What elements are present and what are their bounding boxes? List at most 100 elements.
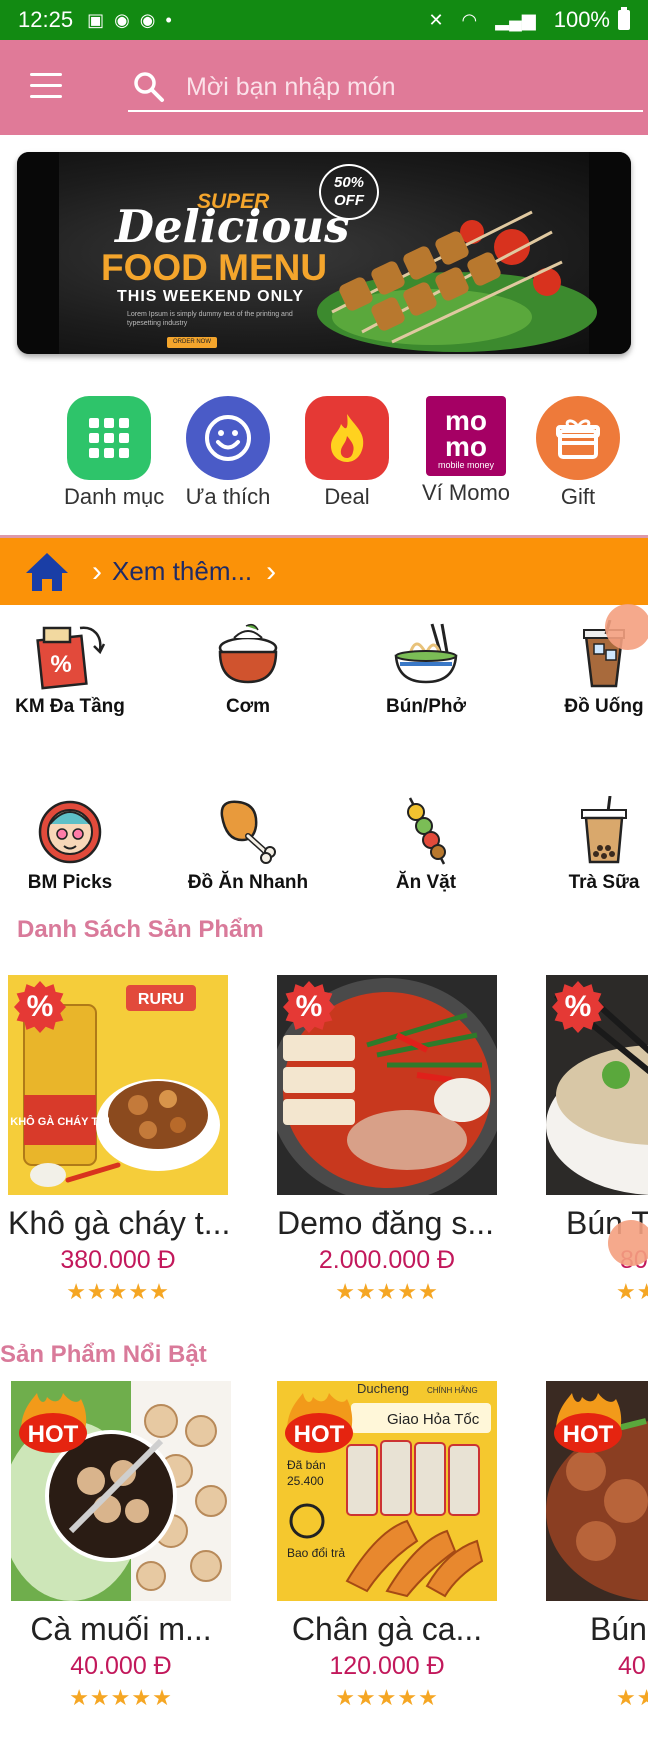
- category-label: Bún/Phở: [386, 696, 466, 717]
- mute-icon: ✕: [428, 9, 444, 30]
- rating-stars: ★★★★★: [69, 1685, 173, 1710]
- gift-icon: [536, 396, 620, 480]
- svg-text:KHÔ GÀ CHÁY TỎI: KHÔ GÀ CHÁY TỎI: [10, 1115, 109, 1128]
- svg-text:HOT: HOT: [563, 1421, 614, 1448]
- quick-action-gift[interactable]: Gift: [533, 396, 623, 510]
- chrome-notification-icon-2: ◉: [139, 9, 156, 30]
- rating-stars: ★★★★★: [66, 1279, 170, 1304]
- product-card[interactable]: % Demo đăng s... 2.000.000 Đ ★★★★★: [277, 975, 497, 1305]
- picks-badge-icon: [38, 800, 102, 864]
- svg-text:CHÍNH HÃNG: CHÍNH HÃNG: [427, 1386, 478, 1395]
- gallery-notification-icon: ▣: [87, 9, 105, 30]
- product-image: HOT: [546, 1381, 648, 1601]
- quick-action-deal[interactable]: Deal: [302, 396, 392, 510]
- category-label: BM Picks: [27, 872, 113, 893]
- featured-product-card[interactable]: HOT Bún 40 ★★★★★: [546, 1381, 648, 1711]
- smile-icon: [186, 396, 270, 480]
- svg-text:25.400: 25.400: [287, 1474, 324, 1488]
- product-card[interactable]: RURU KHÔ GÀ CHÁY TỎI % Khô gà cháy t... …: [8, 975, 228, 1305]
- product-name: Khô gà cháy t...: [8, 1205, 228, 1241]
- hot-badge: HOT: [554, 1393, 622, 1453]
- search-bar[interactable]: [128, 64, 643, 112]
- skewer-icon: [407, 797, 446, 865]
- banner-food-menu-text: FOOD MENU: [101, 247, 328, 288]
- quick-action-vi-momo[interactable]: mo mo mobile money Ví Momo: [421, 396, 511, 506]
- rating-stars: ★★★★★: [616, 1685, 648, 1710]
- rice-pot-icon: [218, 623, 278, 684]
- category-km-da-tang[interactable]: % KM Đa Tầng: [0, 620, 140, 718]
- product-image: HOT: [11, 1381, 231, 1601]
- product-image: Ducheng CHÍNH HÃNG Giao Hỏa Tốc Đã bán 2…: [277, 1381, 497, 1601]
- svg-text:Giao Hỏa Tốc: Giao Hỏa Tốc: [387, 1411, 480, 1428]
- rating-stars: ★★★★★: [616, 1279, 648, 1304]
- svg-text:Bao đổi trả: Bao đổi trả: [287, 1546, 345, 1560]
- chevron-right-icon: ›: [266, 554, 277, 588]
- svg-text:Ducheng: Ducheng: [357, 1381, 409, 1396]
- banner-lorem-text: Lorem Ipsum is simply dummy text of the …: [127, 311, 293, 327]
- home-icon[interactable]: [24, 551, 70, 593]
- more-notifications-icon: •: [165, 9, 172, 30]
- product-image: %: [277, 975, 497, 1195]
- category-bun-pho[interactable]: Bún/Phở: [356, 620, 496, 718]
- svg-text:mobile money: mobile money: [438, 460, 495, 470]
- search-icon: [134, 72, 164, 102]
- signal-icon: ▂▄▆: [495, 9, 536, 30]
- product-price: 380.000 Đ: [60, 1246, 176, 1274]
- rating-stars: ★★★★★: [335, 1685, 439, 1710]
- featured-product-card[interactable]: HOT Cà muối m... 40.000 Đ ★★★★★: [11, 1381, 231, 1711]
- chevron-right-icon: ›: [92, 554, 102, 588]
- hot-badge: HOT: [285, 1393, 353, 1453]
- product-price: 40: [618, 1652, 646, 1680]
- product-name: Bún: [590, 1611, 647, 1647]
- svg-text:Đã bán: Đã bán: [287, 1458, 326, 1472]
- banner-order-button: ORDER NOW: [167, 337, 217, 348]
- status-time: 12:25: [18, 7, 74, 32]
- see-more-link[interactable]: Xem thêm...: [112, 556, 252, 587]
- quick-action-label: Ví Momo: [421, 480, 511, 505]
- quick-action-label: Ưa thích: [185, 484, 271, 509]
- quick-action-label: Deal: [324, 484, 370, 509]
- quick-action-ua-thich[interactable]: Ưa thích: [183, 396, 273, 510]
- milk-tea-icon: [581, 796, 627, 864]
- momo-logo: mo mo mobile money: [426, 396, 506, 476]
- product-image: RURU KHÔ GÀ CHÁY TỎI %: [8, 975, 228, 1195]
- floating-scroll-button[interactable]: [608, 1220, 648, 1266]
- search-input[interactable]: [186, 68, 626, 106]
- featured-product-card[interactable]: Ducheng CHÍNH HÃNG Giao Hỏa Tốc Đã bán 2…: [277, 1381, 497, 1711]
- category-label: Ăn Vặt: [395, 872, 457, 893]
- noodle-bowl-icon: [394, 623, 458, 684]
- banner-skewer-image: [317, 210, 597, 352]
- wifi-icon: ◠: [461, 9, 478, 30]
- hot-badge: HOT: [19, 1393, 87, 1453]
- product-name: Demo đăng s...: [277, 1205, 494, 1241]
- status-bar: 12:25 ▣ ◉ ◉ • ✕ ◠ ▂▄▆ 100%: [0, 0, 648, 40]
- promo-banner[interactable]: SUPER Delicious FOOD MENU THIS WEEKEND O…: [17, 152, 631, 354]
- category-label: Đồ Uống: [564, 696, 644, 717]
- category-bm-picks[interactable]: BM Picks: [0, 796, 140, 894]
- quick-action-danh-muc[interactable]: Danh mục: [64, 396, 165, 510]
- grid-icon: [67, 396, 151, 480]
- svg-text:HOT: HOT: [28, 1421, 79, 1448]
- category-com[interactable]: Cơm: [178, 620, 318, 718]
- svg-text:RURU: RURU: [138, 991, 184, 1008]
- product-price: 120.000 Đ: [329, 1652, 445, 1680]
- menu-icon[interactable]: [30, 73, 62, 99]
- product-price: 40.000 Đ: [70, 1652, 172, 1680]
- category-label: Đồ Ăn Nhanh: [187, 872, 309, 893]
- discount-tag-icon: %: [36, 626, 106, 690]
- category-do-an-nhanh[interactable]: Đồ Ăn Nhanh: [178, 796, 318, 894]
- category-label: KM Đa Tầng: [15, 696, 125, 717]
- category-an-vat[interactable]: Ăn Vặt: [356, 796, 496, 894]
- rating-stars: ★★★★★: [335, 1279, 439, 1304]
- product-image: %: [546, 975, 648, 1195]
- quick-action-label: Danh mục: [64, 484, 165, 509]
- category-tra-sua[interactable]: Trà Sữa: [534, 796, 648, 894]
- flame-icon: [305, 396, 389, 480]
- product-list-title: Danh Sách Sản Phẩm: [17, 916, 264, 943]
- svg-text:%: %: [50, 651, 71, 678]
- category-label: Cơm: [225, 696, 271, 717]
- product-name: Cà muối m...: [30, 1611, 212, 1647]
- floating-chat-button[interactable]: [605, 604, 648, 650]
- product-price: 2.000.000 Đ: [318, 1246, 456, 1274]
- battery-icon: [618, 7, 630, 30]
